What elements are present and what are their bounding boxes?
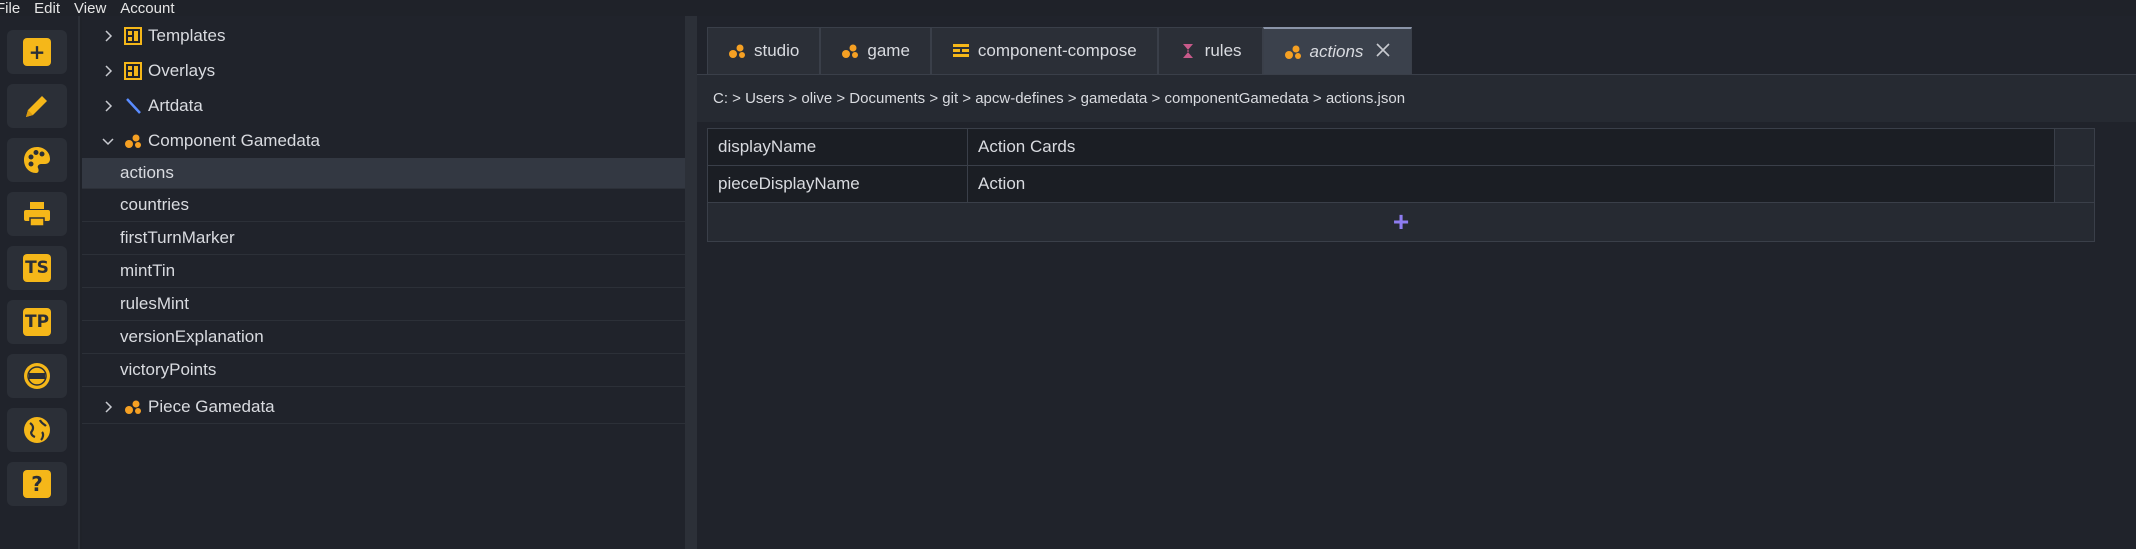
gamedata-icon (1284, 43, 1302, 61)
tree-item-label: mintTin (120, 261, 176, 280)
tree-item-first-turn-marker[interactable]: firstTurnMarker (82, 222, 685, 255)
tree-item-label: Artdata (148, 95, 203, 115)
ts-button[interactable]: TS (7, 246, 67, 290)
tree-item-label: versionExplanation (120, 327, 264, 346)
menu-account[interactable]: Account (120, 0, 174, 17)
tree-item-overlays[interactable]: Overlays (82, 54, 685, 87)
tab-label: actions (1309, 41, 1364, 61)
row-actions-cell[interactable] (2055, 166, 2094, 202)
file-tree: Templates Overlays Artdata Component Gam… (82, 16, 685, 549)
palette-button[interactable] (7, 138, 67, 182)
ts-icon: TS (23, 254, 51, 282)
print-button[interactable] (7, 192, 67, 236)
left-toolbar: + TS TP ? (0, 16, 80, 549)
menu-edit[interactable]: Edit (34, 0, 60, 17)
palette-icon (24, 147, 50, 173)
close-icon[interactable] (1375, 42, 1391, 62)
panel-splitter[interactable] (685, 16, 697, 549)
tree-item-label: Templates (148, 25, 226, 45)
menu-bar: File Edit View Account (0, 0, 700, 17)
json-grid: displayName Action Cards pieceDisplayNam… (707, 128, 2095, 242)
row-actions-cell[interactable] (2055, 129, 2094, 165)
tab-rules[interactable]: rules (1157, 27, 1263, 74)
gamedata-icon (124, 398, 142, 416)
tab-game[interactable]: game (820, 27, 931, 74)
chevron-down-icon[interactable] (100, 133, 116, 149)
printer-icon (24, 202, 50, 227)
gamedata-icon (841, 42, 859, 60)
tp-icon: TP (23, 308, 51, 336)
tree-item-label: Component Gamedata (148, 130, 320, 150)
tree-item-mint-tin[interactable]: mintTin (82, 255, 685, 288)
table-row: displayName Action Cards (708, 129, 2094, 166)
tree-item-label: rulesMint (120, 294, 189, 313)
tree-item-countries[interactable]: countries (82, 189, 685, 222)
editor-area: studio game component-compose rules acti… (697, 16, 2136, 549)
gamedata-icon (728, 42, 746, 60)
tab-component-compose[interactable]: component-compose (930, 27, 1158, 74)
template-icon (124, 61, 142, 80)
tab-label: game (867, 41, 910, 60)
compose-icon (952, 42, 970, 60)
value-cell[interactable]: Action Cards (968, 129, 2055, 165)
menu-file[interactable]: File (0, 0, 20, 17)
tree-item-templates[interactable]: Templates (82, 19, 685, 52)
tree-item-label: Piece Gamedata (148, 397, 275, 416)
globe-icon (24, 417, 50, 443)
edit-button[interactable] (7, 84, 67, 128)
tree-item-label: victoryPoints (120, 360, 217, 379)
tab-bar: studio game component-compose rules acti… (707, 27, 1413, 74)
chevron-right-icon[interactable] (100, 28, 116, 44)
tree-item-actions[interactable]: actions (82, 158, 685, 189)
tp-button[interactable]: TP (7, 300, 67, 344)
tree-item-label: firstTurnMarker (120, 228, 235, 247)
menu-view[interactable]: View (74, 0, 106, 17)
tree-item-victory-points[interactable]: victoryPoints (82, 354, 685, 387)
tab-actions[interactable]: actions (1262, 27, 1413, 74)
tree-item-version-explanation[interactable]: versionExplanation (82, 321, 685, 354)
tree-item-rules-mint[interactable]: rulesMint (82, 288, 685, 321)
chevron-right-icon[interactable] (100, 63, 116, 79)
brush-icon (124, 97, 142, 115)
game-crafter-button[interactable] (7, 354, 67, 398)
tree-item-piece-gamedata[interactable]: Piece Gamedata (82, 391, 685, 424)
rules-icon (1179, 42, 1197, 60)
tab-label: studio (754, 41, 800, 60)
tab-label: rules (1204, 41, 1242, 60)
key-cell[interactable]: pieceDisplayName (708, 166, 968, 202)
tree-item-label: Overlays (148, 60, 216, 80)
chevron-right-icon[interactable] (100, 98, 116, 114)
template-icon (124, 26, 142, 45)
table-row: pieceDisplayName Action (708, 166, 2094, 203)
tree-item-artdata[interactable]: Artdata (82, 89, 685, 122)
web-button[interactable] (7, 408, 67, 452)
tree-item-label: countries (120, 195, 189, 214)
new-button[interactable]: + (7, 30, 67, 74)
question-icon: ? (23, 470, 51, 498)
breadcrumb: C: > Users > olive > Documents > git > a… (697, 74, 2136, 122)
key-cell[interactable]: displayName (708, 129, 968, 165)
gamedata-icon (124, 132, 142, 150)
value-cell[interactable]: Action (968, 166, 2055, 202)
tree-item-component-gamedata[interactable]: Component Gamedata (82, 124, 685, 157)
game-crafter-icon (24, 363, 50, 389)
tab-studio[interactable]: studio (707, 27, 821, 74)
help-button[interactable]: ? (7, 462, 67, 506)
pencil-icon (26, 96, 47, 117)
plus-icon: + (23, 38, 51, 66)
chevron-right-icon[interactable] (100, 399, 116, 415)
tab-label: component-compose (977, 41, 1137, 60)
tree-item-label: actions (120, 163, 174, 182)
add-row-button[interactable]: + (708, 203, 2094, 241)
